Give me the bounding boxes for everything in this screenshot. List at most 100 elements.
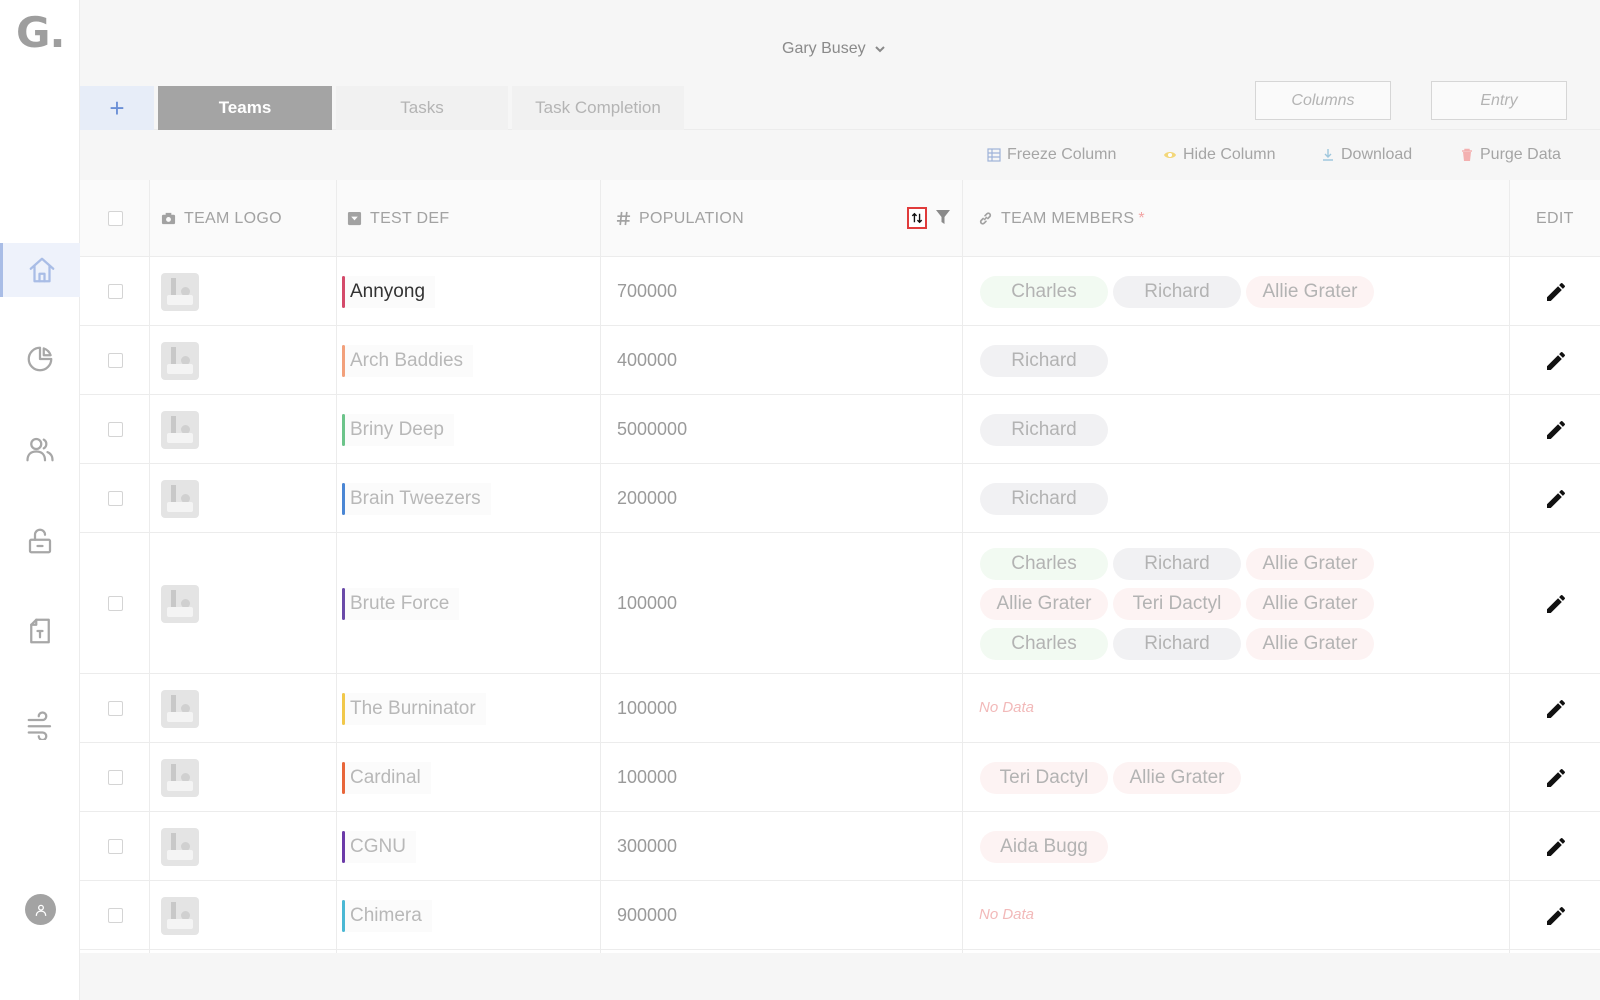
table-row: CGNU 300000 Aida Bugg bbox=[80, 812, 1600, 881]
population-value: 300000 bbox=[617, 835, 678, 856]
row-checkbox[interactable] bbox=[108, 838, 123, 854]
test-def-tag[interactable]: Brain Tweezers bbox=[342, 482, 491, 515]
team-member-chip[interactable]: Richard bbox=[1113, 547, 1241, 580]
population-value: 900000 bbox=[617, 904, 678, 925]
team-member-chip[interactable]: Allie Grater bbox=[980, 587, 1108, 620]
row-checkbox[interactable] bbox=[108, 769, 123, 785]
team-member-chip[interactable]: Richard bbox=[1113, 627, 1241, 660]
column-header-team-members[interactable]: TEAM MEMBERS * bbox=[978, 180, 1145, 257]
download-button[interactable]: Download bbox=[1321, 146, 1412, 164]
team-member-chip[interactable]: Allie Grater bbox=[1246, 587, 1374, 620]
test-def-tag[interactable]: Arch Baddies bbox=[342, 344, 474, 377]
team-member-chip[interactable]: Richard bbox=[980, 482, 1108, 515]
user-menu[interactable]: Gary Busey bbox=[782, 40, 886, 58]
select-all-checkbox[interactable] bbox=[108, 211, 123, 226]
team-logo-image bbox=[161, 758, 199, 797]
row-checkbox[interactable] bbox=[108, 283, 123, 299]
team-member-chip[interactable]: Charles bbox=[980, 627, 1108, 660]
camera-icon bbox=[161, 212, 176, 225]
eye-hidden-icon bbox=[1164, 152, 1176, 158]
user-avatar[interactable] bbox=[25, 894, 56, 925]
row-checkbox[interactable] bbox=[108, 490, 123, 506]
team-member-chip[interactable]: Teri Dactyl bbox=[980, 761, 1108, 794]
tab-task-completion[interactable]: Task Completion bbox=[512, 86, 684, 130]
data-table: TEAM LOGO TEST DEF POPULATION TEAM MEMBE… bbox=[80, 180, 1600, 953]
sidebar-item-documents[interactable] bbox=[0, 604, 80, 658]
column-header-test-def[interactable]: TEST DEF bbox=[347, 180, 449, 257]
sidebar-item-analytics[interactable] bbox=[0, 332, 80, 386]
team-member-chip[interactable]: Richard bbox=[980, 413, 1108, 446]
column-header-population[interactable]: POPULATION bbox=[616, 180, 744, 257]
test-def-tag[interactable]: Cardinal bbox=[342, 761, 431, 794]
edit-row-button[interactable] bbox=[1541, 589, 1571, 619]
table-row: Briny Deep 5000000 Richard bbox=[80, 395, 1600, 464]
edit-row-button[interactable] bbox=[1541, 763, 1571, 793]
download-label: Download bbox=[1341, 146, 1413, 163]
column-header-team-logo[interactable]: TEAM LOGO bbox=[161, 180, 282, 257]
edit-row-button[interactable] bbox=[1541, 832, 1571, 862]
row-checkbox[interactable] bbox=[108, 595, 123, 611]
column-label-test-def: TEST DEF bbox=[370, 209, 450, 227]
team-logo-image bbox=[161, 341, 199, 380]
edit-row-button[interactable] bbox=[1541, 901, 1571, 931]
sidebar-item-integrations[interactable] bbox=[0, 698, 80, 752]
sort-icon bbox=[911, 212, 923, 224]
pencil-icon bbox=[1547, 906, 1566, 925]
hide-column-button[interactable]: Hide Column bbox=[1163, 146, 1275, 164]
column-label-team-members: TEAM MEMBERS bbox=[1001, 209, 1135, 227]
team-member-chip[interactable]: Charles bbox=[980, 547, 1108, 580]
pencil-icon bbox=[1547, 699, 1566, 718]
sidebar-item-security[interactable] bbox=[0, 514, 80, 568]
team-member-chip[interactable]: Richard bbox=[1113, 275, 1241, 308]
test-def-tag[interactable]: Brute Force bbox=[342, 587, 460, 620]
population-value: 100000 bbox=[617, 697, 678, 718]
column-label-team-logo: TEAM LOGO bbox=[184, 209, 282, 227]
sidebar-item-home[interactable] bbox=[0, 243, 80, 297]
team-logo-image bbox=[161, 584, 199, 623]
test-def-tag[interactable]: CGNU bbox=[342, 830, 416, 863]
edit-row-button[interactable] bbox=[1541, 277, 1571, 307]
row-checkbox[interactable] bbox=[108, 700, 123, 716]
edit-row-button[interactable] bbox=[1541, 694, 1571, 724]
team-member-chip[interactable]: Allie Grater bbox=[1246, 547, 1374, 580]
row-checkbox[interactable] bbox=[108, 352, 123, 368]
row-checkbox[interactable] bbox=[108, 421, 123, 437]
team-member-chip[interactable]: Teri Dactyl bbox=[1113, 587, 1241, 620]
team-member-chip[interactable]: Richard bbox=[980, 344, 1108, 377]
test-def-tag[interactable]: Annyong bbox=[342, 275, 436, 308]
population-value: 200000 bbox=[617, 487, 678, 508]
team-logo-image bbox=[161, 896, 199, 935]
no-data-label: No Data bbox=[979, 905, 1035, 923]
sidebar-item-users[interactable] bbox=[0, 422, 80, 476]
table-row: Arch Baddies 400000 Richard bbox=[80, 326, 1600, 395]
tab-teams[interactable]: Teams bbox=[158, 86, 332, 130]
columns-button[interactable]: Columns bbox=[1255, 81, 1391, 120]
download-icon bbox=[1323, 149, 1333, 161]
purge-data-button[interactable]: Purge Data bbox=[1460, 146, 1561, 164]
test-def-tag[interactable]: Briny Deep bbox=[342, 413, 454, 446]
edit-row-button[interactable] bbox=[1541, 415, 1571, 445]
row-checkbox[interactable] bbox=[108, 907, 123, 923]
freeze-column-button[interactable]: Freeze Column bbox=[987, 146, 1116, 164]
team-member-chip[interactable]: Charles bbox=[980, 275, 1108, 308]
table-row: Cardinal 100000 Teri Dactyl Allie Grater bbox=[80, 743, 1600, 812]
add-tab-button[interactable]: + bbox=[80, 86, 154, 130]
team-member-chip[interactable]: Aida Bugg bbox=[980, 830, 1108, 863]
edit-row-button[interactable] bbox=[1541, 484, 1571, 514]
sort-button[interactable] bbox=[907, 207, 927, 229]
column-divider bbox=[962, 180, 963, 953]
team-member-chip[interactable]: Allie Grater bbox=[1246, 627, 1374, 660]
no-data-label: No Data bbox=[979, 698, 1035, 716]
population-value: 5000000 bbox=[617, 418, 688, 439]
tab-tasks[interactable]: Tasks bbox=[336, 86, 508, 130]
team-member-chip[interactable]: Allie Grater bbox=[1246, 275, 1374, 308]
filter-icon[interactable] bbox=[936, 209, 950, 225]
pencil-icon bbox=[1547, 837, 1566, 856]
table-row: The Burninator 100000 No Data bbox=[80, 674, 1600, 743]
edit-row-button[interactable] bbox=[1541, 346, 1571, 376]
entry-button[interactable]: Entry bbox=[1431, 81, 1567, 120]
test-def-tag[interactable]: Chimera bbox=[342, 899, 432, 932]
population-value: 400000 bbox=[617, 349, 678, 370]
team-member-chip[interactable]: Allie Grater bbox=[1113, 761, 1241, 794]
test-def-tag[interactable]: The Burninator bbox=[342, 692, 486, 725]
